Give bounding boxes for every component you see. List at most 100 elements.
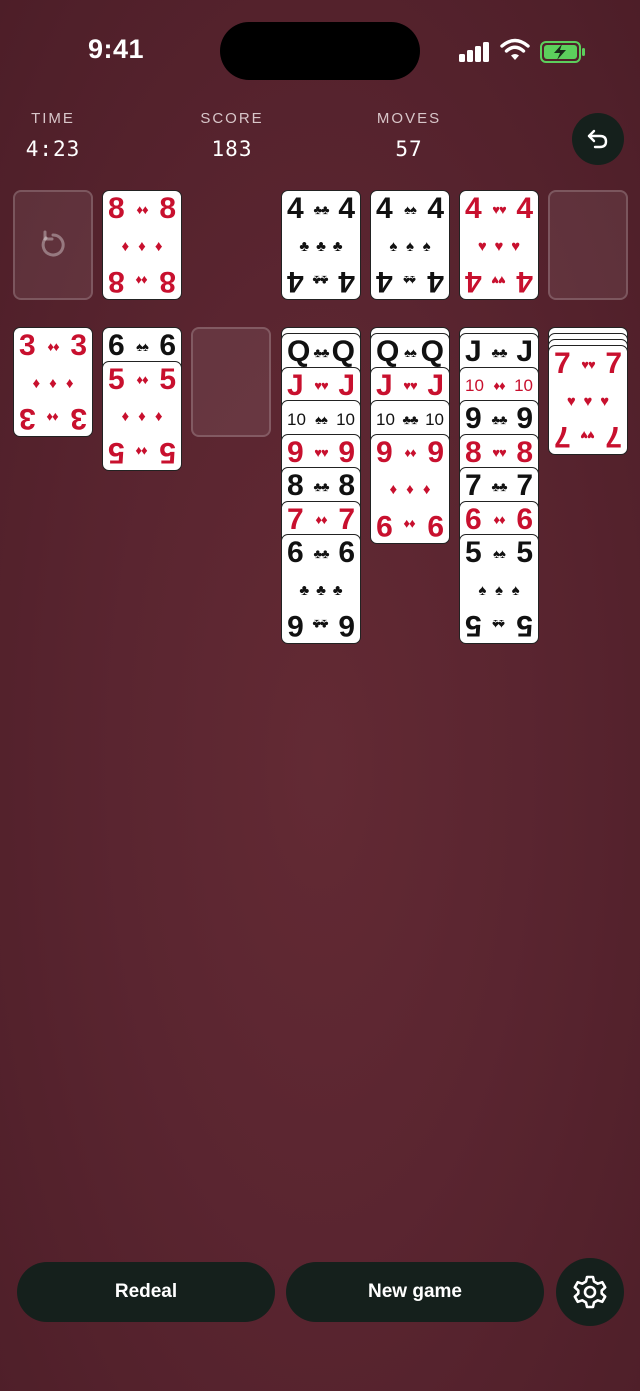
card-suit: ♣♣ (313, 617, 329, 633)
card-rank: 4 (516, 192, 533, 225)
card-suit: ♠♠ (404, 344, 417, 360)
card-suit: ♥♥ (492, 445, 506, 460)
card-suit: ♥♥ (581, 428, 595, 444)
settings-button[interactable] (556, 1258, 624, 1326)
card-rank: 7 (516, 469, 533, 502)
moves-value: 57 (395, 137, 423, 161)
score-stat: SCORE 183 (196, 110, 268, 161)
card-pips: ♥♥♥ (566, 392, 610, 410)
waste-card[interactable]: 8 ♦♦ 8 ♦ ♦ ♦ 8 ♦♦ 8 (102, 190, 182, 300)
card-suit: ♣♣ (491, 478, 507, 494)
tableau-card[interactable]: 6 ♣♣ 6 ♣ ♣ ♣ 6 ♣♣ 6 (281, 534, 361, 644)
card-rank: 4 (376, 192, 393, 225)
card-suit: ♦♦ (136, 273, 148, 289)
card-rank: 4 (376, 265, 393, 298)
battery-charging-icon (540, 41, 585, 63)
card-rank: 8 (465, 435, 482, 469)
card-suit: ♦♦ (493, 512, 505, 527)
foundation-card[interactable]: 4 ♠♠ 4 ♠ ♠ ♠ 4 ♠♠ 4 (370, 190, 450, 300)
score-label: SCORE (200, 110, 264, 127)
new-game-button[interactable]: New game (286, 1262, 544, 1322)
card-rank: 6 (287, 609, 304, 642)
foundation-slot-empty[interactable] (548, 190, 628, 300)
card-suit: ♠♠ (493, 545, 506, 561)
tableau-card[interactable]: 9 ♦♦ 9 ♦ ♦ ♦ 9 ♦♦ 9 (370, 433, 450, 544)
card-rank: 7 (554, 420, 571, 453)
card-rank: 9 (465, 402, 482, 435)
card-rank: 7 (465, 469, 482, 502)
card-suit: ♣♣ (313, 478, 329, 494)
card-suit: ♠♠ (315, 411, 328, 427)
card-rank: 10 (376, 409, 395, 429)
card-rank: 6 (516, 502, 533, 536)
card-rank: 10 (465, 376, 484, 395)
tableau-card[interactable]: 5 ♠♠ 5 ♠ ♠ ♠ 5 ♠♠ 5 (459, 534, 539, 644)
card-rank: 7 (287, 502, 304, 536)
card-rank: 6 (338, 536, 355, 569)
card-rank: 3 (19, 402, 36, 435)
card-rank: 4 (338, 192, 355, 225)
card-rank: 8 (159, 265, 176, 298)
tableau-card[interactable]: 3 ♦♦ 3 ♦ ♦ ♦ 3 ♦♦ 3 (13, 327, 93, 437)
card-suit: ♦♦ (136, 444, 148, 459)
card-rank: 6 (108, 329, 125, 362)
undo-arrow-icon (587, 129, 608, 149)
foundation-card[interactable]: 4 ♣♣ 4 ♣ ♣ ♣ 4 ♣♣ 4 (281, 190, 361, 300)
card-rank: 8 (516, 435, 533, 469)
card-rank: 10 (425, 409, 444, 429)
card-rank: 4 (516, 265, 533, 298)
foundation-card[interactable]: 4 ♥♥ 4 ♥ ♥ ♥ 4 ♥♥ 4 (459, 190, 539, 300)
tableau-card[interactable]: 5 ♦♦ 5 ♦ ♦ ♦ 5 ♦♦ 5 (102, 360, 182, 471)
card-suit: ♥♥ (492, 201, 506, 217)
moves-stat: MOVES 57 (372, 110, 446, 161)
card-rank: 4 (427, 192, 444, 225)
card-suit: ♦♦ (493, 378, 505, 393)
undo-button[interactable] (572, 113, 624, 165)
card-suit: ♦♦ (47, 410, 59, 426)
card-rank: 9 (287, 435, 304, 469)
card-pips: ♦♦♦ (121, 408, 163, 425)
card-rank: J (516, 335, 533, 368)
tableau-slot-empty[interactable] (191, 327, 271, 437)
card-rank: 4 (427, 265, 444, 298)
dynamic-island (220, 22, 420, 80)
card-rank: 5 (516, 609, 533, 642)
moves-label: MOVES (376, 110, 442, 127)
card-suit: ♣♣ (491, 411, 507, 427)
card-suit: ♣♣ (402, 411, 418, 427)
card-pips: ♦♦♦ (389, 481, 431, 498)
card-rank: 4 (287, 265, 304, 298)
card-rank: Q (331, 335, 355, 368)
card-suit: ♥♥ (403, 378, 417, 393)
card-suit: ♠♠ (404, 201, 417, 217)
card-rank: 8 (108, 265, 125, 298)
card-pips: ♣♣♣ (299, 237, 343, 255)
card-rank: 3 (19, 329, 36, 362)
card-suit: ♣♣ (313, 273, 329, 289)
wifi-icon (500, 38, 530, 60)
card-rank: 7 (554, 347, 571, 380)
card-pips: ♣♣♣ (299, 581, 343, 599)
card-rank: Q (420, 335, 444, 368)
card-rank: J (427, 368, 444, 402)
card-rank: 7 (605, 347, 622, 380)
redeal-button[interactable]: Redeal (17, 1262, 275, 1322)
time-label: TIME (31, 110, 75, 127)
card-rank: 8 (159, 192, 176, 225)
card-rank: 3 (70, 402, 87, 435)
card-rank: 9 (427, 435, 444, 469)
card-rank: 5 (159, 435, 176, 469)
card-rank: 5 (159, 362, 176, 396)
card-rank: 3 (70, 329, 87, 362)
card-suit: ♥♥ (314, 445, 328, 460)
card-pips: ♠♠♠ (478, 581, 520, 599)
card-rank: 10 (336, 409, 355, 429)
card-pips: ♦♦♦ (32, 374, 74, 392)
stock-pile[interactable] (13, 190, 93, 300)
card-suit: ♣♣ (313, 545, 329, 561)
tableau-card[interactable]: 7 ♥♥ 7 ♥ ♥ ♥ 7 ♥♥ 7 (548, 345, 628, 455)
card-suit: ♦♦ (136, 372, 148, 387)
card-suit: ♥♥ (492, 273, 506, 289)
card-suit: ♣♣ (491, 344, 507, 360)
card-pips: ♦♦♦ (121, 237, 163, 255)
